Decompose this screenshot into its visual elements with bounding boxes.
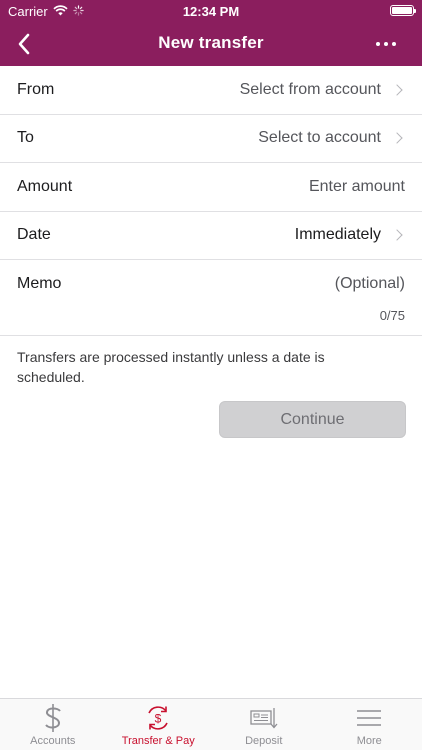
tab-accounts[interactable]: Accounts — [0, 699, 106, 750]
from-account-value: Select from account — [240, 81, 405, 99]
status-right — [390, 4, 416, 19]
more-dots-icon — [384, 42, 388, 46]
tab-bar: Accounts $ Transfer & Pay Deposit More — [0, 698, 422, 750]
date-label: Date — [17, 226, 51, 244]
amount-label: Amount — [17, 177, 73, 195]
tab-deposit-label: Deposit — [245, 735, 283, 747]
tab-accounts-label: Accounts — [30, 735, 76, 747]
transfer-info-text: Transfers are processed instantly unless… — [17, 349, 325, 385]
amount-row: Amount Enter amount — [0, 163, 422, 212]
tab-transfer-pay[interactable]: $ Transfer & Pay — [106, 699, 212, 750]
dollar-icon — [41, 702, 65, 734]
amount-row-inner: Amount Enter amount — [17, 163, 405, 211]
date-value-text: Immediately — [294, 226, 381, 244]
nav-bar: New transfer — [0, 22, 422, 66]
battery-fill — [392, 7, 412, 14]
date-row[interactable]: Date Immediately — [0, 212, 422, 260]
continue-button[interactable]: Continue — [219, 401, 406, 438]
transfer-cycle-icon: $ — [144, 702, 172, 734]
date-value: Immediately — [295, 226, 405, 244]
more-dots-icon — [376, 42, 380, 46]
chevron-right-icon — [391, 229, 403, 241]
check-deposit-icon — [249, 702, 279, 734]
status-time: 12:34 PM — [182, 4, 240, 19]
tab-more-label: More — [356, 735, 382, 747]
to-account-row-inner: To Select to account — [17, 115, 405, 163]
hamburger-menu-icon — [356, 702, 382, 734]
more-options-button[interactable] — [370, 30, 402, 58]
memo-input[interactable]: (Optional) — [335, 275, 405, 293]
more-dots-icon — [392, 42, 396, 46]
tab-transfer-pay-label: Transfer & Pay — [121, 735, 195, 747]
from-label: From — [17, 80, 55, 98]
app-header: Carrier 12:34 PM New transfer — [0, 0, 422, 66]
tab-more[interactable]: More — [317, 699, 422, 750]
to-account-value: Select to account — [258, 129, 405, 147]
memo-row: Memo (Optional) 0/75 — [0, 260, 422, 336]
amount-input[interactable]: Enter amount — [309, 178, 405, 196]
battery-icon — [390, 5, 416, 16]
chevron-right-icon — [391, 84, 403, 96]
from-account-row-inner: From Select from account — [17, 66, 405, 114]
memo-label: Memo — [17, 275, 62, 292]
from-account-row[interactable]: From Select from account — [0, 66, 422, 115]
transfer-form: From Select from account To Select to ac… — [0, 66, 422, 336]
memo-character-counter: 0/75 — [379, 308, 405, 323]
page-title: New transfer — [158, 33, 264, 52]
to-account-row[interactable]: To Select to account — [0, 115, 422, 163]
svg-text:$: $ — [155, 712, 162, 726]
tab-deposit[interactable]: Deposit — [211, 699, 317, 750]
status-bar: Carrier 12:34 PM — [0, 0, 422, 22]
from-account-text: Select from account — [239, 80, 381, 98]
to-account-text: Select to account — [258, 129, 381, 147]
date-row-inner: Date Immediately — [17, 212, 405, 260]
to-label: To — [17, 129, 34, 147]
chevron-right-icon — [391, 132, 403, 144]
